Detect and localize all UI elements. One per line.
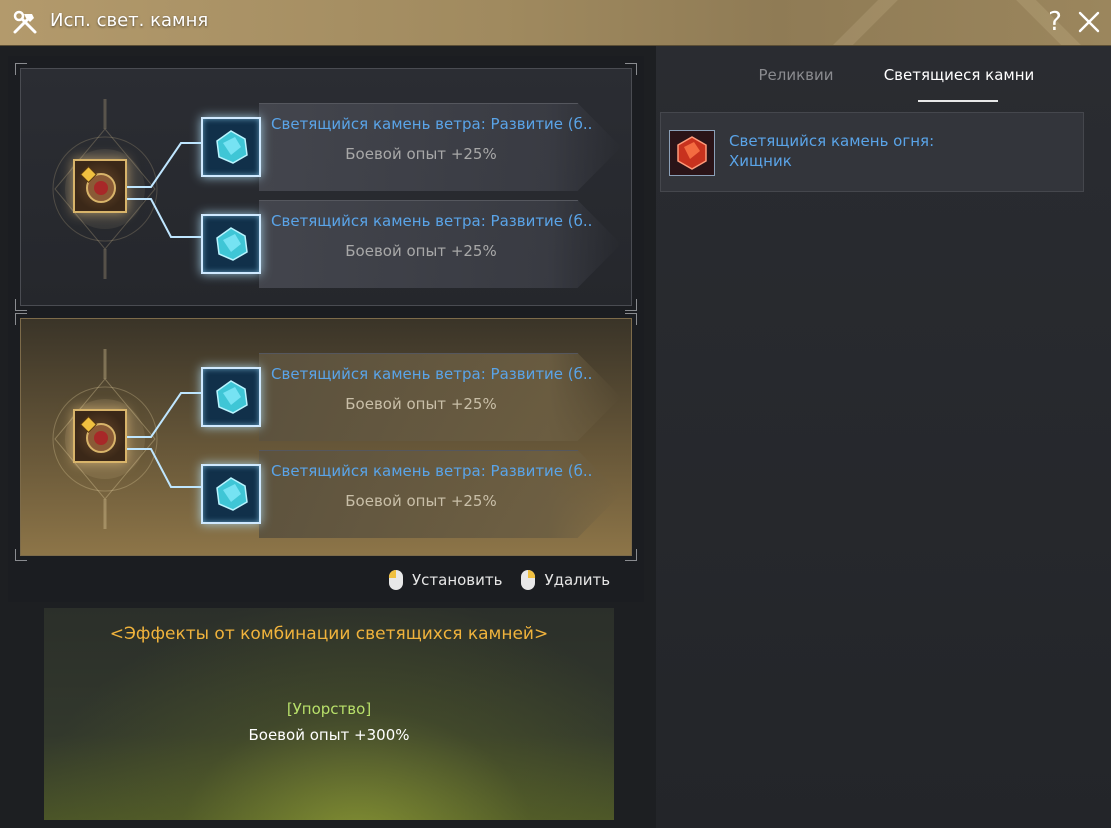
combination-effect: Боевой опыт +300% [248, 726, 410, 744]
combination-effects-panel: <Эффекты от комбинации светящихся камней… [44, 608, 614, 820]
slot-group-1: Светящийся камень ветра: Развитие (б... … [15, 63, 637, 311]
right-mouse-button-icon [521, 569, 536, 590]
stone-slot-row[interactable]: Светящийся камень ветра: Развитие (б... … [201, 103, 621, 191]
combination-title: <Эффекты от комбинации светящихся камней… [109, 624, 549, 644]
window-title: Исп. свет. камня [50, 10, 209, 31]
help-button[interactable]: ? [1042, 6, 1068, 38]
close-icon[interactable] [1076, 9, 1102, 35]
stone-name: Светящийся камень ветра: Развитие (б... [271, 212, 591, 230]
install-hint[interactable]: Установить [388, 568, 502, 592]
stone-slot[interactable] [201, 464, 261, 524]
remove-label: Удалить [544, 571, 611, 589]
frame-corner [625, 299, 637, 311]
inventory-panel: Реликвии Светящиеся камни Светящийся кам… [656, 46, 1111, 828]
stone-slot[interactable] [201, 117, 261, 177]
fire-stone-icon [677, 136, 707, 170]
tab-bar: Реликвии Светящиеся камни [656, 56, 1111, 102]
wind-stone-icon [216, 477, 248, 511]
relic-slot[interactable] [73, 409, 127, 463]
stone-slot-row[interactable]: Светящийся камень ветра: Развитие (б... … [201, 353, 621, 441]
frame-corner [15, 313, 27, 325]
mouse-hints: Установить Удалить [388, 568, 610, 592]
active-tab-indicator [918, 100, 998, 102]
stone-name: Светящийся камень ветра: Развитие (б... [271, 462, 591, 480]
left-mouse-button-icon [388, 569, 403, 590]
stone-name: Светящийся камень ветра: Развитие (б... [271, 115, 591, 133]
stone-effect: Боевой опыт +25% [345, 145, 497, 163]
inventory-item-name: Светящийся камень огня: Хищник [729, 132, 935, 170]
relic-icon [80, 416, 116, 453]
tab-relics[interactable]: Реликвии [748, 66, 844, 84]
relic-slot[interactable] [73, 159, 127, 213]
crossed-tools-icon [13, 10, 37, 34]
relic-icon [80, 166, 116, 203]
remove-hint[interactable]: Удалить [520, 568, 610, 592]
stone-effect: Боевой опыт +25% [345, 395, 497, 413]
frame-corner [625, 63, 637, 75]
frame-corner [15, 299, 27, 311]
stone-effect: Боевой опыт +25% [345, 242, 497, 260]
stone-slot-row[interactable]: Светящийся камень ветра: Развитие (б... … [201, 450, 621, 538]
slot-group-2: Светящийся камень ветра: Развитие (б... … [15, 313, 637, 561]
frame-corner [625, 549, 637, 561]
stone-slot[interactable] [201, 367, 261, 427]
tab-glowing-stones[interactable]: Светящиеся камни [874, 66, 1044, 84]
stone-slots-panel: Светящийся камень ветра: Развитие (б... … [8, 56, 644, 602]
wind-stone-icon [216, 130, 248, 164]
combination-set-name: [Упорство] [286, 700, 372, 718]
stone-effect: Боевой опыт +25% [345, 492, 497, 510]
title-bar: Исп. свет. камня ? [0, 0, 1111, 46]
stone-slot[interactable] [201, 214, 261, 274]
stone-slot-row[interactable]: Светящийся камень ветра: Развитие (б... … [201, 200, 621, 288]
frame-corner [15, 549, 27, 561]
wind-stone-icon [216, 380, 248, 414]
frame-corner [15, 63, 27, 75]
wind-stone-icon [216, 227, 248, 261]
stone-name: Светящийся камень ветра: Развитие (б... [271, 365, 591, 383]
inventory-item-icon-frame [669, 130, 715, 176]
frame-corner [625, 313, 637, 325]
inventory-item[interactable]: Светящийся камень огня: Хищник [660, 112, 1084, 192]
install-label: Установить [412, 571, 503, 589]
